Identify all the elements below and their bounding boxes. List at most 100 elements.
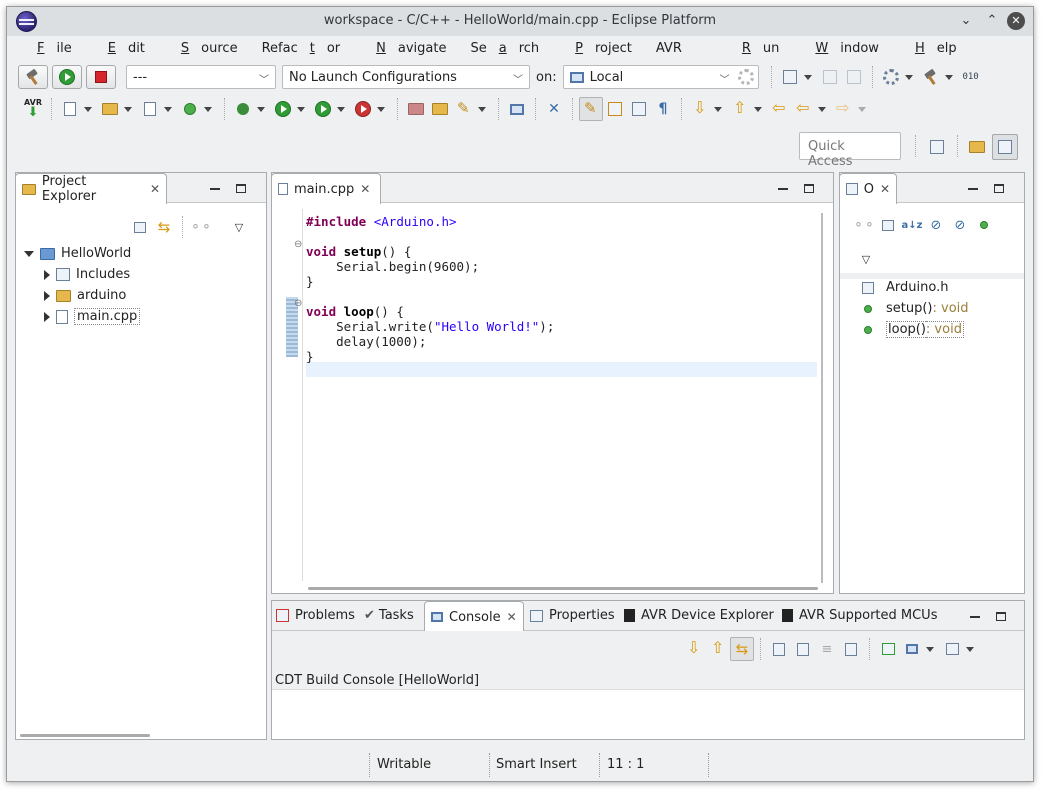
tab-main-cpp[interactable]: main.cpp ✕ xyxy=(271,173,381,204)
minimize-panel-icon[interactable] xyxy=(968,187,978,190)
next-annotation-button[interactable] xyxy=(688,97,712,121)
save-all-button[interactable] xyxy=(842,65,866,89)
tree-item-helloworld[interactable]: HelloWorld xyxy=(24,243,131,264)
launch-mode-select[interactable]: --- ﹀ xyxy=(126,65,276,89)
coverage-button[interactable] xyxy=(311,97,335,121)
menu-window[interactable]: Window xyxy=(797,41,885,56)
save-build-log-button[interactable] xyxy=(791,637,815,661)
build-button[interactable] xyxy=(18,65,48,89)
close-icon[interactable]: ✕ xyxy=(1007,12,1025,30)
clear-console-button[interactable] xyxy=(839,637,863,661)
new-source-file-button[interactable] xyxy=(138,97,162,121)
new-class-button[interactable] xyxy=(178,97,202,121)
tree-item-main-cpp[interactable]: main.cpp xyxy=(44,306,141,327)
chevron-down-icon[interactable] xyxy=(858,106,866,112)
pin-console-button[interactable] xyxy=(876,637,900,661)
chevron-down-icon[interactable] xyxy=(297,106,305,112)
chevron-down-icon[interactable] xyxy=(714,106,722,112)
chevron-down-icon[interactable] xyxy=(926,646,934,652)
outline-view-menu-button[interactable]: ▽ xyxy=(854,247,878,271)
close-icon[interactable]: ✕ xyxy=(150,182,160,196)
new-button[interactable] xyxy=(778,65,802,89)
expand-closed-icon[interactable] xyxy=(44,311,50,322)
chevron-down-icon[interactable] xyxy=(337,106,345,112)
chevron-down-icon[interactable] xyxy=(803,74,812,80)
launch-config-select[interactable]: No Launch Configurations ﹀ xyxy=(282,65,530,89)
chevron-down-icon[interactable] xyxy=(944,74,953,80)
view-menu-button[interactable]: ▽ xyxy=(227,215,251,239)
close-icon[interactable]: ✕ xyxy=(880,182,890,196)
menu-source[interactable]: Source xyxy=(163,41,244,56)
back-button[interactable] xyxy=(792,97,816,121)
vertical-scrollbar[interactable] xyxy=(821,213,823,583)
new-c-project-button[interactable] xyxy=(58,97,82,121)
tab-properties[interactable]: Properties xyxy=(530,608,615,623)
open-type-button[interactable] xyxy=(404,97,428,121)
stop-button[interactable] xyxy=(86,65,116,89)
menu-refactor[interactable]: Refac t or xyxy=(256,41,347,56)
toggle-link-button[interactable]: ✕ xyxy=(542,97,566,121)
minimize-panel-icon[interactable] xyxy=(778,187,788,190)
chevron-down-icon[interactable] xyxy=(204,106,212,112)
maximize-icon[interactable]: ⌃ xyxy=(983,12,1001,30)
perspective-resource-button[interactable] xyxy=(965,135,989,159)
chevron-down-icon[interactable] xyxy=(257,106,265,112)
minimize-panel-icon[interactable] xyxy=(210,187,220,190)
chevron-down-icon[interactable] xyxy=(754,106,762,112)
minimize-icon[interactable]: ⌄ xyxy=(957,12,975,30)
outline-item-setup[interactable]: setup() : void xyxy=(864,298,969,319)
menu-file[interactable]: File xyxy=(19,41,78,56)
close-icon[interactable]: ✕ xyxy=(360,182,370,196)
menu-search[interactable]: Se a rch xyxy=(464,41,545,56)
terminal-button[interactable] xyxy=(505,97,529,121)
scroll-up-button[interactable] xyxy=(706,637,730,661)
tab-project-explorer[interactable]: Project Explorer ✕ xyxy=(15,173,167,204)
block-selection-button[interactable] xyxy=(603,97,627,121)
open-element-button[interactable] xyxy=(428,97,452,121)
display-console-button[interactable] xyxy=(900,637,924,661)
collapse-all-button[interactable] xyxy=(128,215,152,239)
open-console-button[interactable] xyxy=(940,637,964,661)
external-tools-button[interactable] xyxy=(351,97,375,121)
tab-problems[interactable]: Problems xyxy=(276,608,355,623)
tab-avr-supported-mcus[interactable]: AVR Supported MCUs xyxy=(782,608,937,623)
minimize-panel-icon[interactable] xyxy=(970,615,980,618)
tree-item-arduino[interactable]: arduino xyxy=(44,285,126,306)
fold-minus-icon[interactable]: ⊖ xyxy=(294,298,302,309)
outline-filters-button[interactable]: ⚬⚬ xyxy=(852,213,876,237)
binary-button[interactable]: 010 xyxy=(959,65,983,89)
maximize-panel-icon[interactable] xyxy=(994,184,1004,193)
launch-button[interactable] xyxy=(52,65,82,89)
prev-annotation-button[interactable] xyxy=(728,97,752,121)
chevron-down-icon[interactable] xyxy=(84,106,92,112)
run-button[interactable] xyxy=(271,97,295,121)
horizontal-scrollbar[interactable] xyxy=(20,734,150,737)
last-edit-button[interactable] xyxy=(768,97,792,121)
menu-run[interactable]: Run xyxy=(724,41,786,56)
maximize-panel-icon[interactable] xyxy=(804,184,814,193)
hide-fields-button[interactable]: ⊘ xyxy=(924,213,948,237)
tree-item-includes[interactable]: Includes xyxy=(44,264,130,285)
open-perspective-button[interactable] xyxy=(925,135,949,159)
console-output[interactable] xyxy=(272,689,1024,739)
new-source-folder-button[interactable] xyxy=(98,97,122,121)
maximize-panel-icon[interactable] xyxy=(996,612,1006,621)
chevron-down-icon[interactable] xyxy=(124,106,132,112)
chevron-down-icon[interactable] xyxy=(377,106,385,112)
link-editor-button[interactable]: ⇆ xyxy=(152,215,176,239)
copy-build-log-button[interactable] xyxy=(767,637,791,661)
forward-button[interactable] xyxy=(832,97,856,121)
tab-outline[interactable]: O ✕ xyxy=(839,173,897,204)
chevron-down-icon[interactable] xyxy=(478,106,486,112)
chevron-down-icon[interactable] xyxy=(818,106,826,112)
tab-console[interactable]: Console ✕ xyxy=(424,601,524,632)
quick-access-input[interactable]: Quick Access xyxy=(799,132,901,169)
tab-tasks[interactable]: ✔ Tasks xyxy=(364,608,414,623)
menu-navigate[interactable]: Navigate xyxy=(358,41,452,56)
menu-project[interactable]: Project xyxy=(557,41,638,56)
link-console-button[interactable]: ⇆ xyxy=(730,637,754,661)
debug-button[interactable] xyxy=(231,97,255,121)
chevron-down-icon[interactable] xyxy=(904,74,913,80)
tab-avr-device-explorer[interactable]: AVR Device Explorer xyxy=(624,608,774,623)
perspective-cpp-button[interactable] xyxy=(992,134,1018,160)
